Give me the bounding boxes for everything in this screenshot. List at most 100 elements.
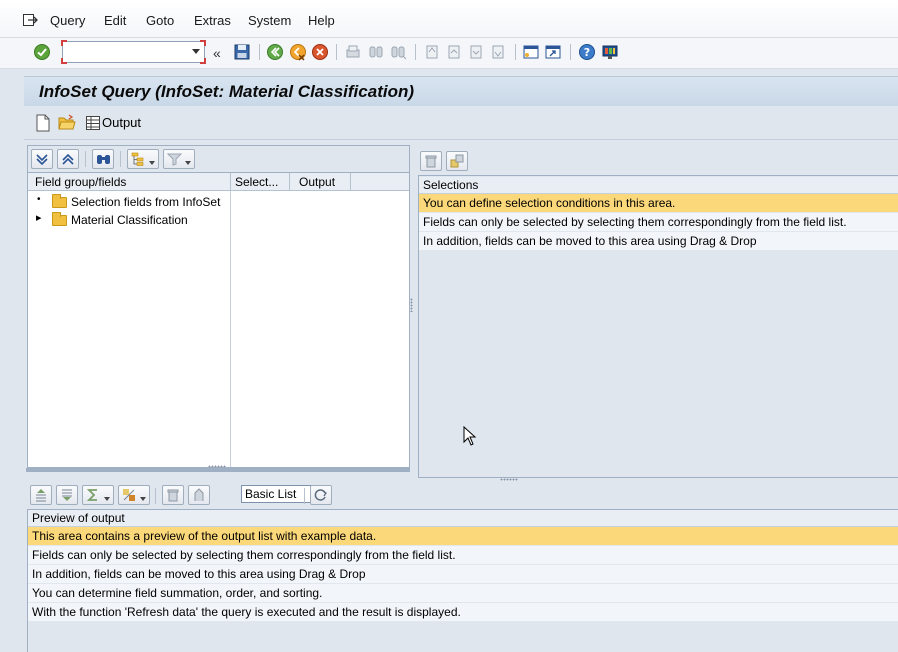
trash-icon [167, 489, 179, 502]
create-session-icon[interactable] [522, 43, 540, 61]
previous-page-icon [448, 45, 460, 59]
menu-system[interactable]: System [248, 13, 291, 28]
selections-row: Fields can only be selected by selecting… [419, 213, 898, 232]
preview-row: This area contains a preview of the outp… [28, 527, 898, 546]
hierarchy-menu-button[interactable] [127, 149, 159, 169]
folder-icon [52, 194, 67, 208]
menu-query[interactable]: Query [50, 13, 85, 28]
folder-icon [52, 212, 67, 226]
refresh-icon [314, 489, 327, 501]
last-page-icon [492, 45, 504, 59]
application-toolbar: Output [24, 106, 898, 140]
field-list-bottom-border [26, 468, 410, 472]
delete-column-button[interactable] [162, 485, 184, 505]
enter-checkmark-icon[interactable] [33, 43, 51, 61]
selections-row-text: In addition, fields can be moved to this… [423, 234, 757, 248]
command-field[interactable] [61, 40, 206, 64]
collapse-command-field-icon[interactable]: « [213, 45, 221, 61]
column-header-select[interactable]: Select... [235, 175, 290, 189]
preview-row-text: This area contains a preview of the outp… [32, 529, 377, 543]
preview-panel: Preview of output This area contains a p… [27, 509, 898, 652]
field-list-toolbar [27, 145, 410, 172]
preview-toolbar: Basic List [27, 483, 898, 509]
output-button-label: Output [102, 115, 142, 130]
preview-row: With the function 'Refresh data' the que… [28, 603, 898, 622]
page-title: InfoSet Query (InfoSet: Material Classif… [39, 82, 415, 101]
find-button[interactable] [92, 149, 114, 169]
list-type-value: Basic List [245, 487, 297, 501]
filter-icon [167, 153, 182, 166]
open-folder-icon[interactable] [58, 114, 76, 131]
collapse-all-button[interactable] [57, 149, 79, 169]
command-dropdown-arrow-icon[interactable] [192, 49, 200, 54]
find-next-icon [391, 46, 407, 60]
subtotal-icon [123, 489, 135, 501]
preview-header: Preview of output [28, 510, 898, 527]
column-options-button[interactable] [188, 485, 210, 505]
tree-bullet-icon: • [37, 194, 41, 205]
sort-descending-button[interactable] [56, 485, 78, 505]
mouse-cursor-icon [463, 426, 477, 446]
horizontal-splitter-grip-right[interactable] [500, 478, 518, 481]
preview-row-text: You can determine field summation, order… [32, 586, 323, 600]
menu-help[interactable]: Help [308, 13, 335, 28]
field-list-header: Field group/fields Select... Output [28, 173, 409, 191]
svg-text:?: ? [584, 46, 590, 59]
preview-header-label: Preview of output [32, 511, 125, 525]
selections-row: In addition, fields can be moved to this… [419, 232, 898, 251]
total-menu-button[interactable] [82, 485, 114, 505]
save-icon[interactable] [233, 43, 251, 61]
menu-goto[interactable]: Goto [146, 13, 174, 28]
tree-item-selection-fields[interactable]: • Selection fields from InfoSet [28, 193, 230, 211]
sum-icon [86, 489, 97, 501]
sort-ascending-button[interactable] [30, 485, 52, 505]
horizontal-splitter-grip-left[interactable] [208, 465, 226, 468]
menu-extras[interactable]: Extras [194, 13, 231, 28]
collapse-all-icon [62, 153, 74, 165]
output-list-icon [86, 116, 100, 130]
preview-row-text: Fields can only be selected by selecting… [32, 548, 456, 562]
find-icon [369, 46, 383, 58]
exit-icon[interactable] [289, 43, 307, 61]
tree-item-label: Selection fields from InfoSet [71, 195, 221, 209]
menu-edit[interactable]: Edit [104, 13, 126, 28]
delete-selection-button[interactable] [420, 151, 442, 171]
selections-header: Selections [419, 177, 898, 194]
preview-row: In addition, fields can be moved to this… [28, 565, 898, 584]
sort-ascending-icon [36, 489, 46, 502]
column-header-field-group[interactable]: Field group/fields [35, 175, 230, 189]
tree-item-label: Material Classification [71, 213, 188, 227]
selections-header-label: Selections [423, 178, 479, 192]
selection-settings-button[interactable] [446, 151, 468, 171]
standard-toolbar: « ? [0, 38, 898, 69]
screen-title-bar: InfoSet Query (InfoSet: Material Classif… [24, 76, 898, 106]
expand-all-button[interactable] [31, 149, 53, 169]
preview-row: Fields can only be selected by selecting… [28, 546, 898, 565]
generate-shortcut-icon[interactable] [544, 43, 562, 61]
preview-row-text: In addition, fields can be moved to this… [32, 567, 366, 581]
tree-item-material-classification[interactable]: ▸ Material Classification [28, 211, 230, 229]
selections-row-text: Fields can only be selected by selecting… [423, 215, 847, 229]
print-icon [346, 45, 360, 58]
new-document-icon[interactable] [35, 114, 51, 132]
filter-menu-button[interactable] [163, 149, 195, 169]
column-options-icon [194, 488, 204, 501]
selections-row-text: You can define selection conditions in t… [423, 196, 676, 210]
cancel-icon[interactable] [311, 43, 329, 61]
subtotal-menu-button[interactable] [118, 485, 150, 505]
expand-arrow-icon[interactable]: ▸ [36, 211, 42, 224]
refresh-data-button[interactable] [310, 485, 332, 505]
hierarchy-icon [131, 152, 144, 166]
menu-exit-icon[interactable] [22, 12, 38, 28]
back-icon[interactable] [266, 43, 284, 61]
vertical-splitter-grip[interactable] [410, 298, 413, 312]
column-header-output[interactable]: Output [299, 175, 349, 189]
customize-layout-icon[interactable] [601, 43, 619, 61]
selection-options-icon [450, 154, 464, 168]
binoculars-icon [97, 155, 110, 164]
selections-panel: Selections You can define selection cond… [418, 175, 898, 478]
next-page-icon [470, 45, 482, 59]
selections-row: You can define selection conditions in t… [419, 194, 898, 213]
first-page-icon [426, 45, 438, 59]
help-icon[interactable]: ? [578, 43, 596, 61]
